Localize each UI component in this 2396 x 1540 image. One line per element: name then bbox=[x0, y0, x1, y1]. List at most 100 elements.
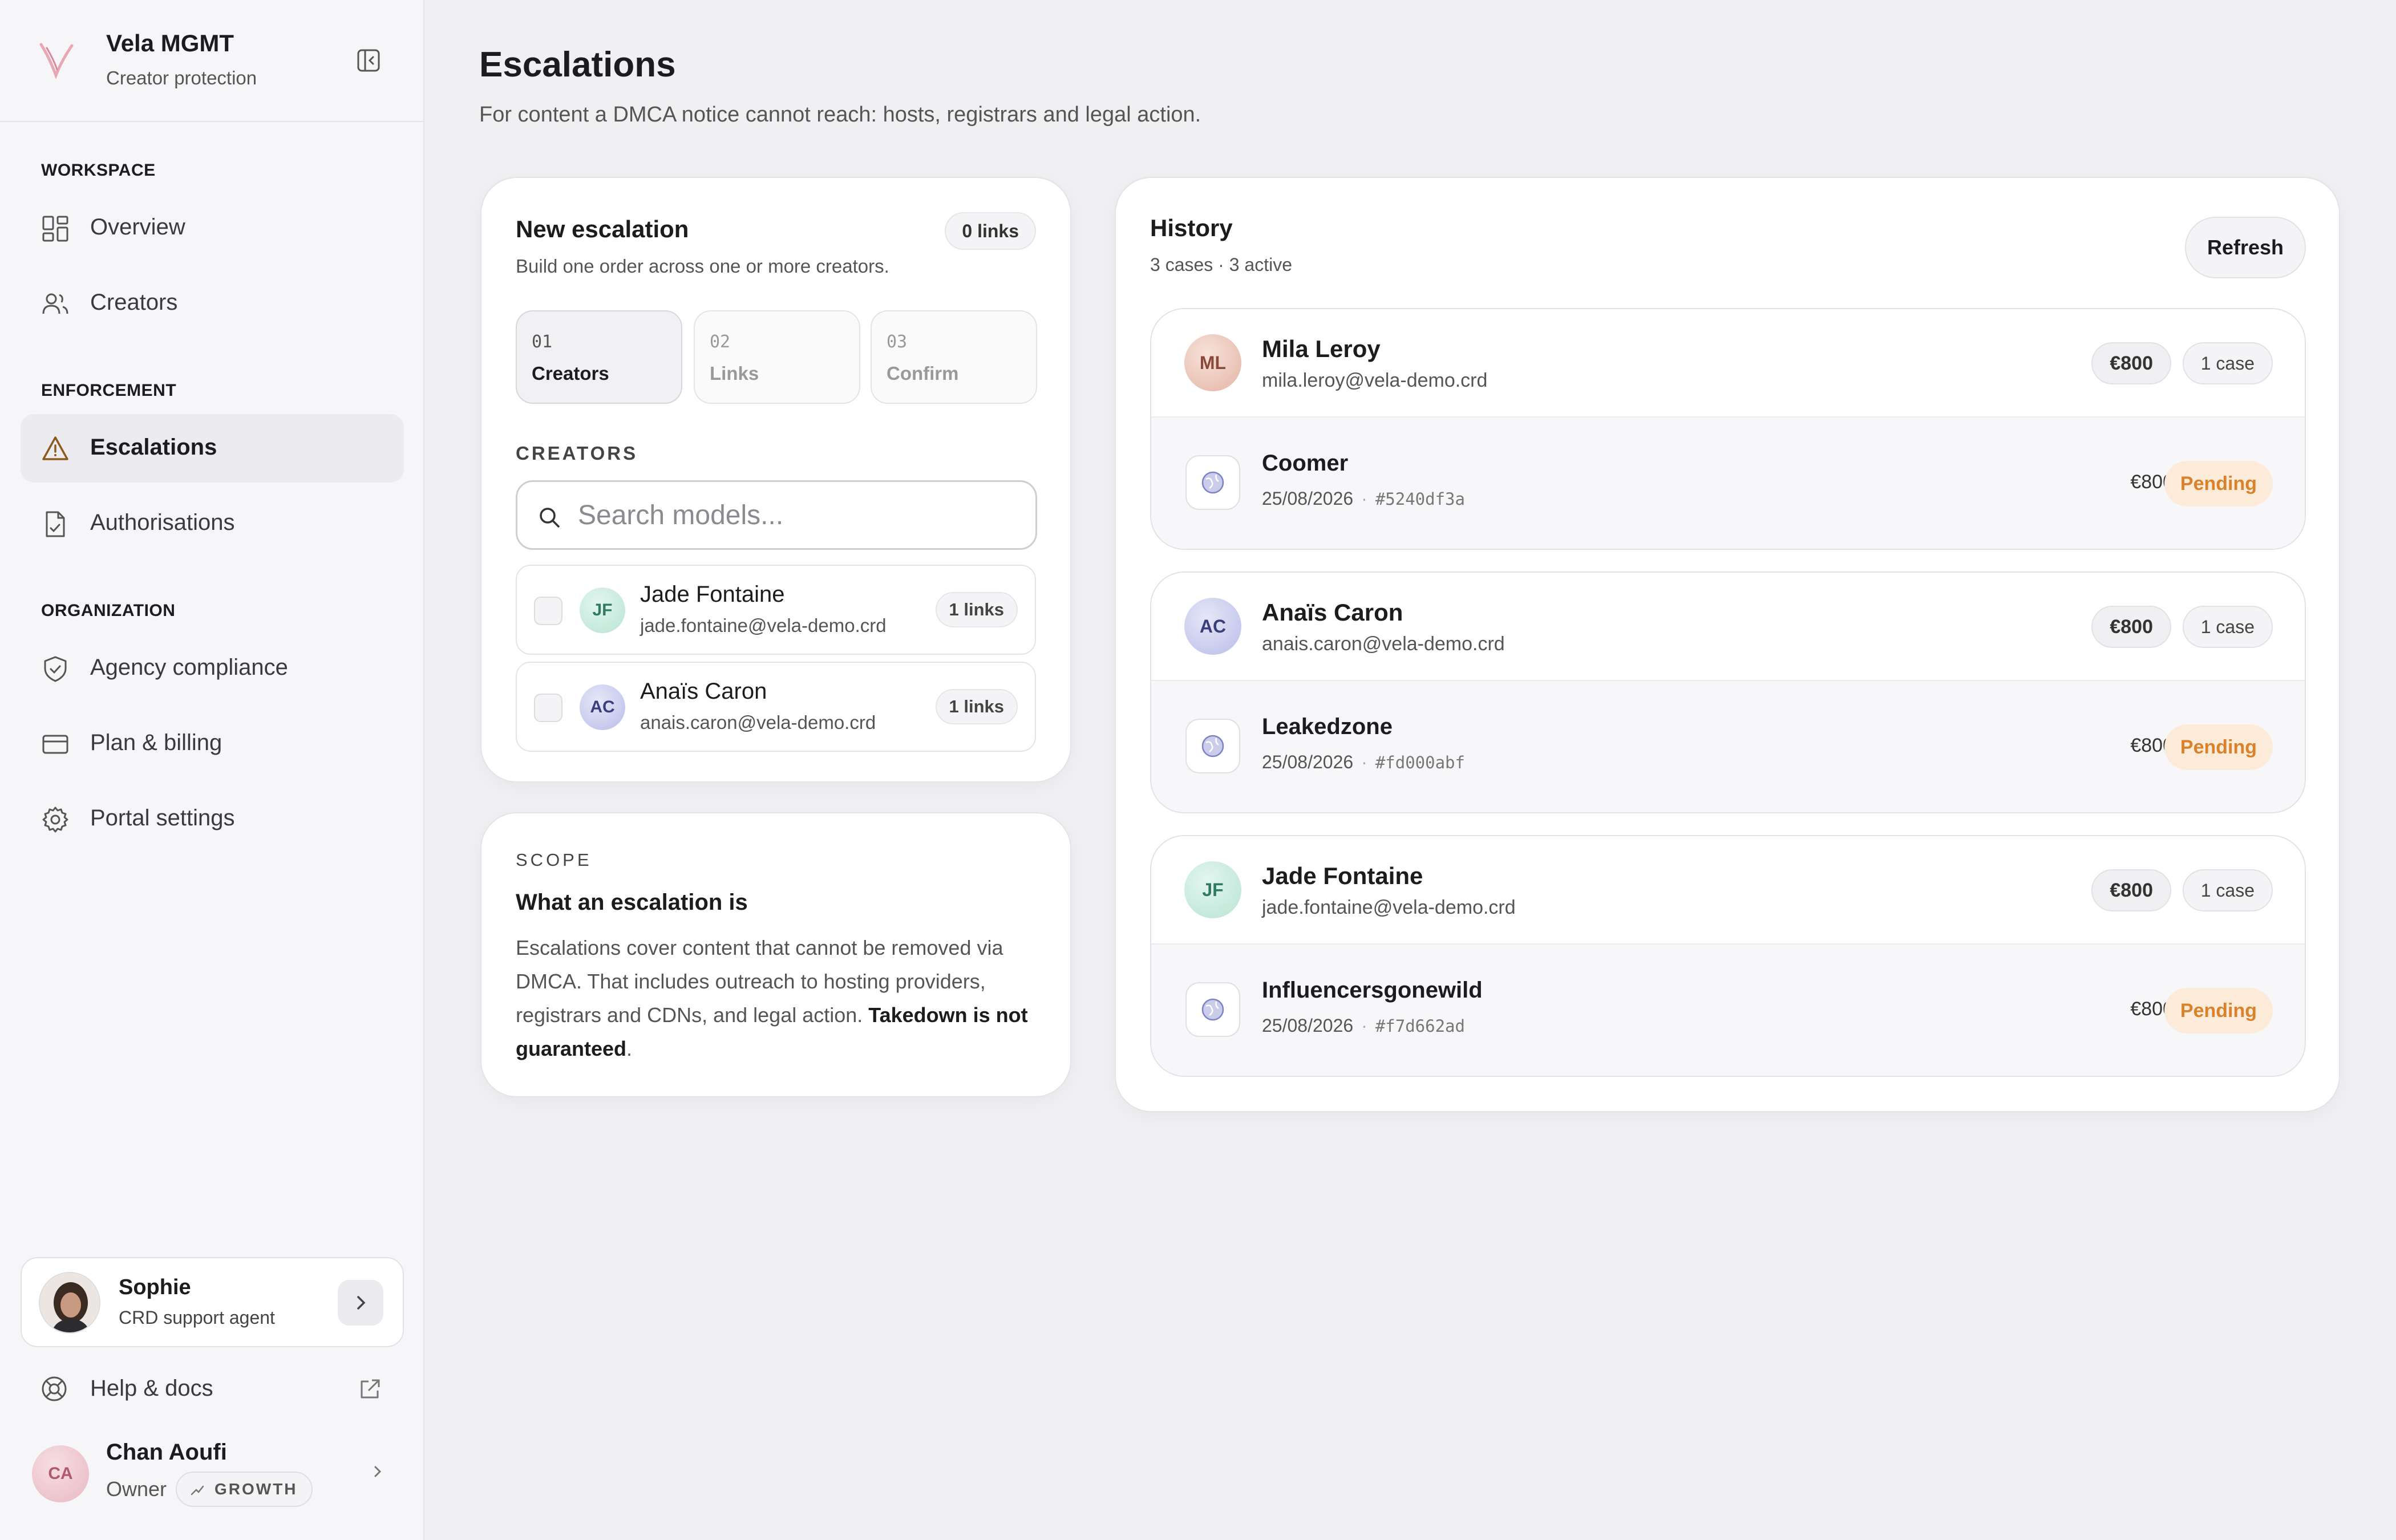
nav-label: Overview bbox=[90, 214, 185, 240]
creator-checkbox[interactable] bbox=[534, 597, 562, 625]
site-name: Coomer bbox=[1262, 451, 1349, 476]
card-subtitle: Build one order across one or more creat… bbox=[516, 256, 889, 277]
creator-links-badge: 1 links bbox=[935, 592, 1018, 627]
scope-body: Escalations cover content that cannot be… bbox=[516, 931, 1046, 1065]
agent-avatar bbox=[39, 1272, 100, 1334]
step-creators[interactable]: 01 Creators bbox=[516, 310, 682, 404]
refresh-button[interactable]: Refresh bbox=[2185, 217, 2306, 278]
creator-avatar: AC bbox=[580, 684, 625, 730]
nav-overview[interactable]: Overview bbox=[21, 194, 404, 262]
help-docs-link[interactable]: Help & docs bbox=[21, 1363, 404, 1415]
brand-header: Vela MGMT Creator protection bbox=[0, 0, 424, 122]
site-icon bbox=[1185, 982, 1240, 1037]
nav-portal-settings[interactable]: Portal settings bbox=[21, 785, 404, 853]
case-creator-row[interactable]: JF Jade Fontaine jade.fontaine@vela-demo… bbox=[1151, 836, 2305, 945]
case-site-row[interactable]: Leakedzone 25/08/2026 · #fd000abf €800 Pen… bbox=[1151, 681, 2305, 812]
site-meta: 25/08/2026 · #f7d662ad bbox=[1262, 1015, 1465, 1036]
creator-avatar: ML bbox=[1184, 334, 1241, 391]
case-date: 25/08/2026 bbox=[1262, 752, 1354, 772]
support-agent-card[interactable]: Sophie CRD support agent bbox=[21, 1257, 404, 1347]
user-avatar: CA bbox=[32, 1445, 89, 1502]
brand-name: Vela MGMT bbox=[106, 30, 234, 56]
section-workspace: WORKSPACE bbox=[41, 161, 156, 180]
history-summary: 3 cases · 3 active bbox=[1150, 254, 1292, 275]
brand-logo bbox=[39, 43, 74, 80]
price-badge: €800 bbox=[2091, 606, 2171, 648]
site-name: Leakedzone bbox=[1262, 714, 1393, 739]
section-enforcement: ENFORCEMENT bbox=[41, 381, 177, 400]
nav-plan-billing[interactable]: Plan & billing bbox=[21, 710, 404, 778]
case-count-badge: 1 case bbox=[2182, 869, 2273, 911]
price-badge: €800 bbox=[2091, 342, 2171, 384]
user-account[interactable]: CA Chan Aoufi Owner GROWTH bbox=[21, 1426, 404, 1523]
case-id: #fd000abf bbox=[1375, 753, 1465, 772]
creator-name: Mila Leroy bbox=[1262, 335, 1381, 362]
warning-icon bbox=[42, 436, 68, 460]
creator-name: Anaïs Caron bbox=[640, 679, 767, 704]
nav-authorisations[interactable]: Authorisations bbox=[21, 489, 404, 558]
scope-card: SCOPE What an escalation is Escalations … bbox=[480, 812, 1071, 1097]
lifebuoy-icon bbox=[42, 1376, 67, 1401]
case-group: ML Mila Leroy mila.leroy@vela-demo.crd €… bbox=[1150, 308, 2306, 550]
nav-label: Agency compliance bbox=[90, 655, 288, 680]
case-creator-row[interactable]: AC Anaïs Caron anais.caron@vela-demo.crd… bbox=[1151, 573, 2305, 681]
price-badge: €800 bbox=[2091, 869, 2171, 911]
case-site-row[interactable]: Influencersgonewild 25/08/2026 · #f7d662ad… bbox=[1151, 945, 2305, 1076]
creator-email: jade.fontaine@vela-demo.crd bbox=[1262, 897, 1516, 918]
history-title: History bbox=[1150, 214, 1233, 241]
step-label: Links bbox=[710, 363, 759, 384]
links-count-badge: 0 links bbox=[945, 212, 1036, 250]
case-group: JF Jade Fontaine jade.fontaine@vela-demo… bbox=[1150, 835, 2306, 1077]
globe-icon bbox=[1201, 998, 1224, 1021]
creator-name: Anaïs Caron bbox=[1262, 599, 1403, 626]
case-creator-row[interactable]: ML Mila Leroy mila.leroy@vela-demo.crd €… bbox=[1151, 309, 2305, 418]
case-id: #5240df3a bbox=[1375, 489, 1465, 509]
step-number: 03 bbox=[887, 332, 908, 352]
shield-check-icon bbox=[44, 656, 67, 682]
step-label: Confirm bbox=[887, 363, 959, 384]
creator-avatar: JF bbox=[1184, 861, 1241, 918]
trend-up-icon bbox=[191, 1485, 204, 1496]
nav-escalations[interactable]: Escalations bbox=[21, 414, 404, 483]
nav-agency-compliance[interactable]: Agency compliance bbox=[21, 634, 404, 703]
gear-icon bbox=[42, 807, 68, 833]
collapse-sidebar-icon[interactable] bbox=[355, 47, 382, 74]
step-links[interactable]: 02 Links bbox=[694, 310, 860, 404]
creator-name: Jade Fontaine bbox=[1262, 862, 1423, 889]
agent-role: CRD support agent bbox=[119, 1307, 275, 1328]
creator-email: jade.fontaine@vela-demo.crd bbox=[640, 615, 887, 636]
chevron-right-icon bbox=[374, 1466, 382, 1477]
brand-subtitle: Creator protection bbox=[106, 67, 257, 88]
case-site-row[interactable]: Coomer 25/08/2026 · #5240df3a €800 Pending bbox=[1151, 418, 2305, 549]
case-id: #f7d662ad bbox=[1375, 1016, 1465, 1036]
creator-avatar: AC bbox=[1184, 598, 1241, 655]
step-label: Creators bbox=[532, 363, 609, 384]
plan-badge: GROWTH bbox=[176, 1472, 313, 1507]
credit-card-icon bbox=[42, 735, 68, 754]
search-models-input[interactable] bbox=[578, 497, 1011, 533]
step-confirm[interactable]: 03 Confirm bbox=[871, 310, 1037, 404]
nav-label: Escalations bbox=[90, 435, 217, 460]
card-title: New escalation bbox=[516, 216, 689, 242]
file-check-icon bbox=[46, 511, 65, 537]
nav-creators[interactable]: Creators bbox=[21, 269, 404, 338]
creator-checkbox[interactable] bbox=[534, 694, 562, 722]
search-box bbox=[516, 480, 1037, 550]
globe-icon bbox=[1201, 471, 1224, 494]
page-subtitle: For content a DMCA notice cannot reach: … bbox=[479, 103, 1201, 127]
chevron-right-icon bbox=[357, 1296, 366, 1310]
scope-title: What an escalation is bbox=[516, 890, 748, 915]
case-count-badge: 1 case bbox=[2182, 606, 2273, 648]
creator-row[interactable]: AC Anaïs Caron anais.caron@vela-demo.crd… bbox=[516, 662, 1036, 752]
history-card: History 3 cases · 3 active Refresh ML Mi… bbox=[1115, 177, 2340, 1112]
case-count-badge: 1 case bbox=[2182, 342, 2273, 384]
creator-row[interactable]: JF Jade Fontaine jade.fontaine@vela-demo… bbox=[516, 565, 1036, 655]
status-badge: Pending bbox=[2164, 724, 2273, 770]
creator-email: anais.caron@vela-demo.crd bbox=[1262, 633, 1505, 655]
site-meta: 25/08/2026 · #fd000abf bbox=[1262, 752, 1465, 772]
creator-email: anais.caron@vela-demo.crd bbox=[640, 712, 876, 733]
agent-open-button[interactable] bbox=[338, 1280, 383, 1326]
creator-links-badge: 1 links bbox=[935, 689, 1018, 724]
case-group: AC Anaïs Caron anais.caron@vela-demo.crd… bbox=[1150, 572, 2306, 813]
sidebar: Vela MGMT Creator protection WORKSPACE O… bbox=[0, 0, 424, 1540]
